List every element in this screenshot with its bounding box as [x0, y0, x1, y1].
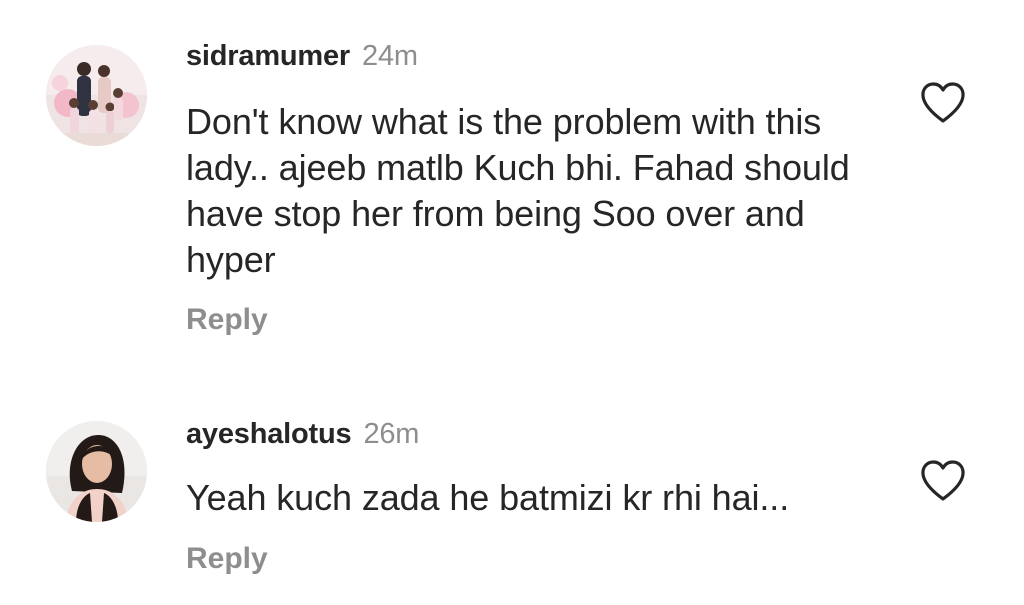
comment-time: 26m [363, 418, 420, 450]
comment-header: ayeshalotus 26m [186, 418, 419, 451]
username-link[interactable]: ayeshalotus [186, 418, 352, 450]
reply-button[interactable]: Reply [186, 542, 268, 576]
like-button[interactable] [918, 458, 968, 504]
comment-item: ayeshalotus 26m Yeah kuch zada he batmizi… [0, 0, 1024, 605]
avatar[interactable] [46, 421, 147, 522]
woman-portrait-avatar [46, 421, 147, 522]
heart-outline-icon [921, 460, 965, 501]
comment-text: Yeah kuch zada he batmizi kr rhi hai... [186, 477, 790, 518]
